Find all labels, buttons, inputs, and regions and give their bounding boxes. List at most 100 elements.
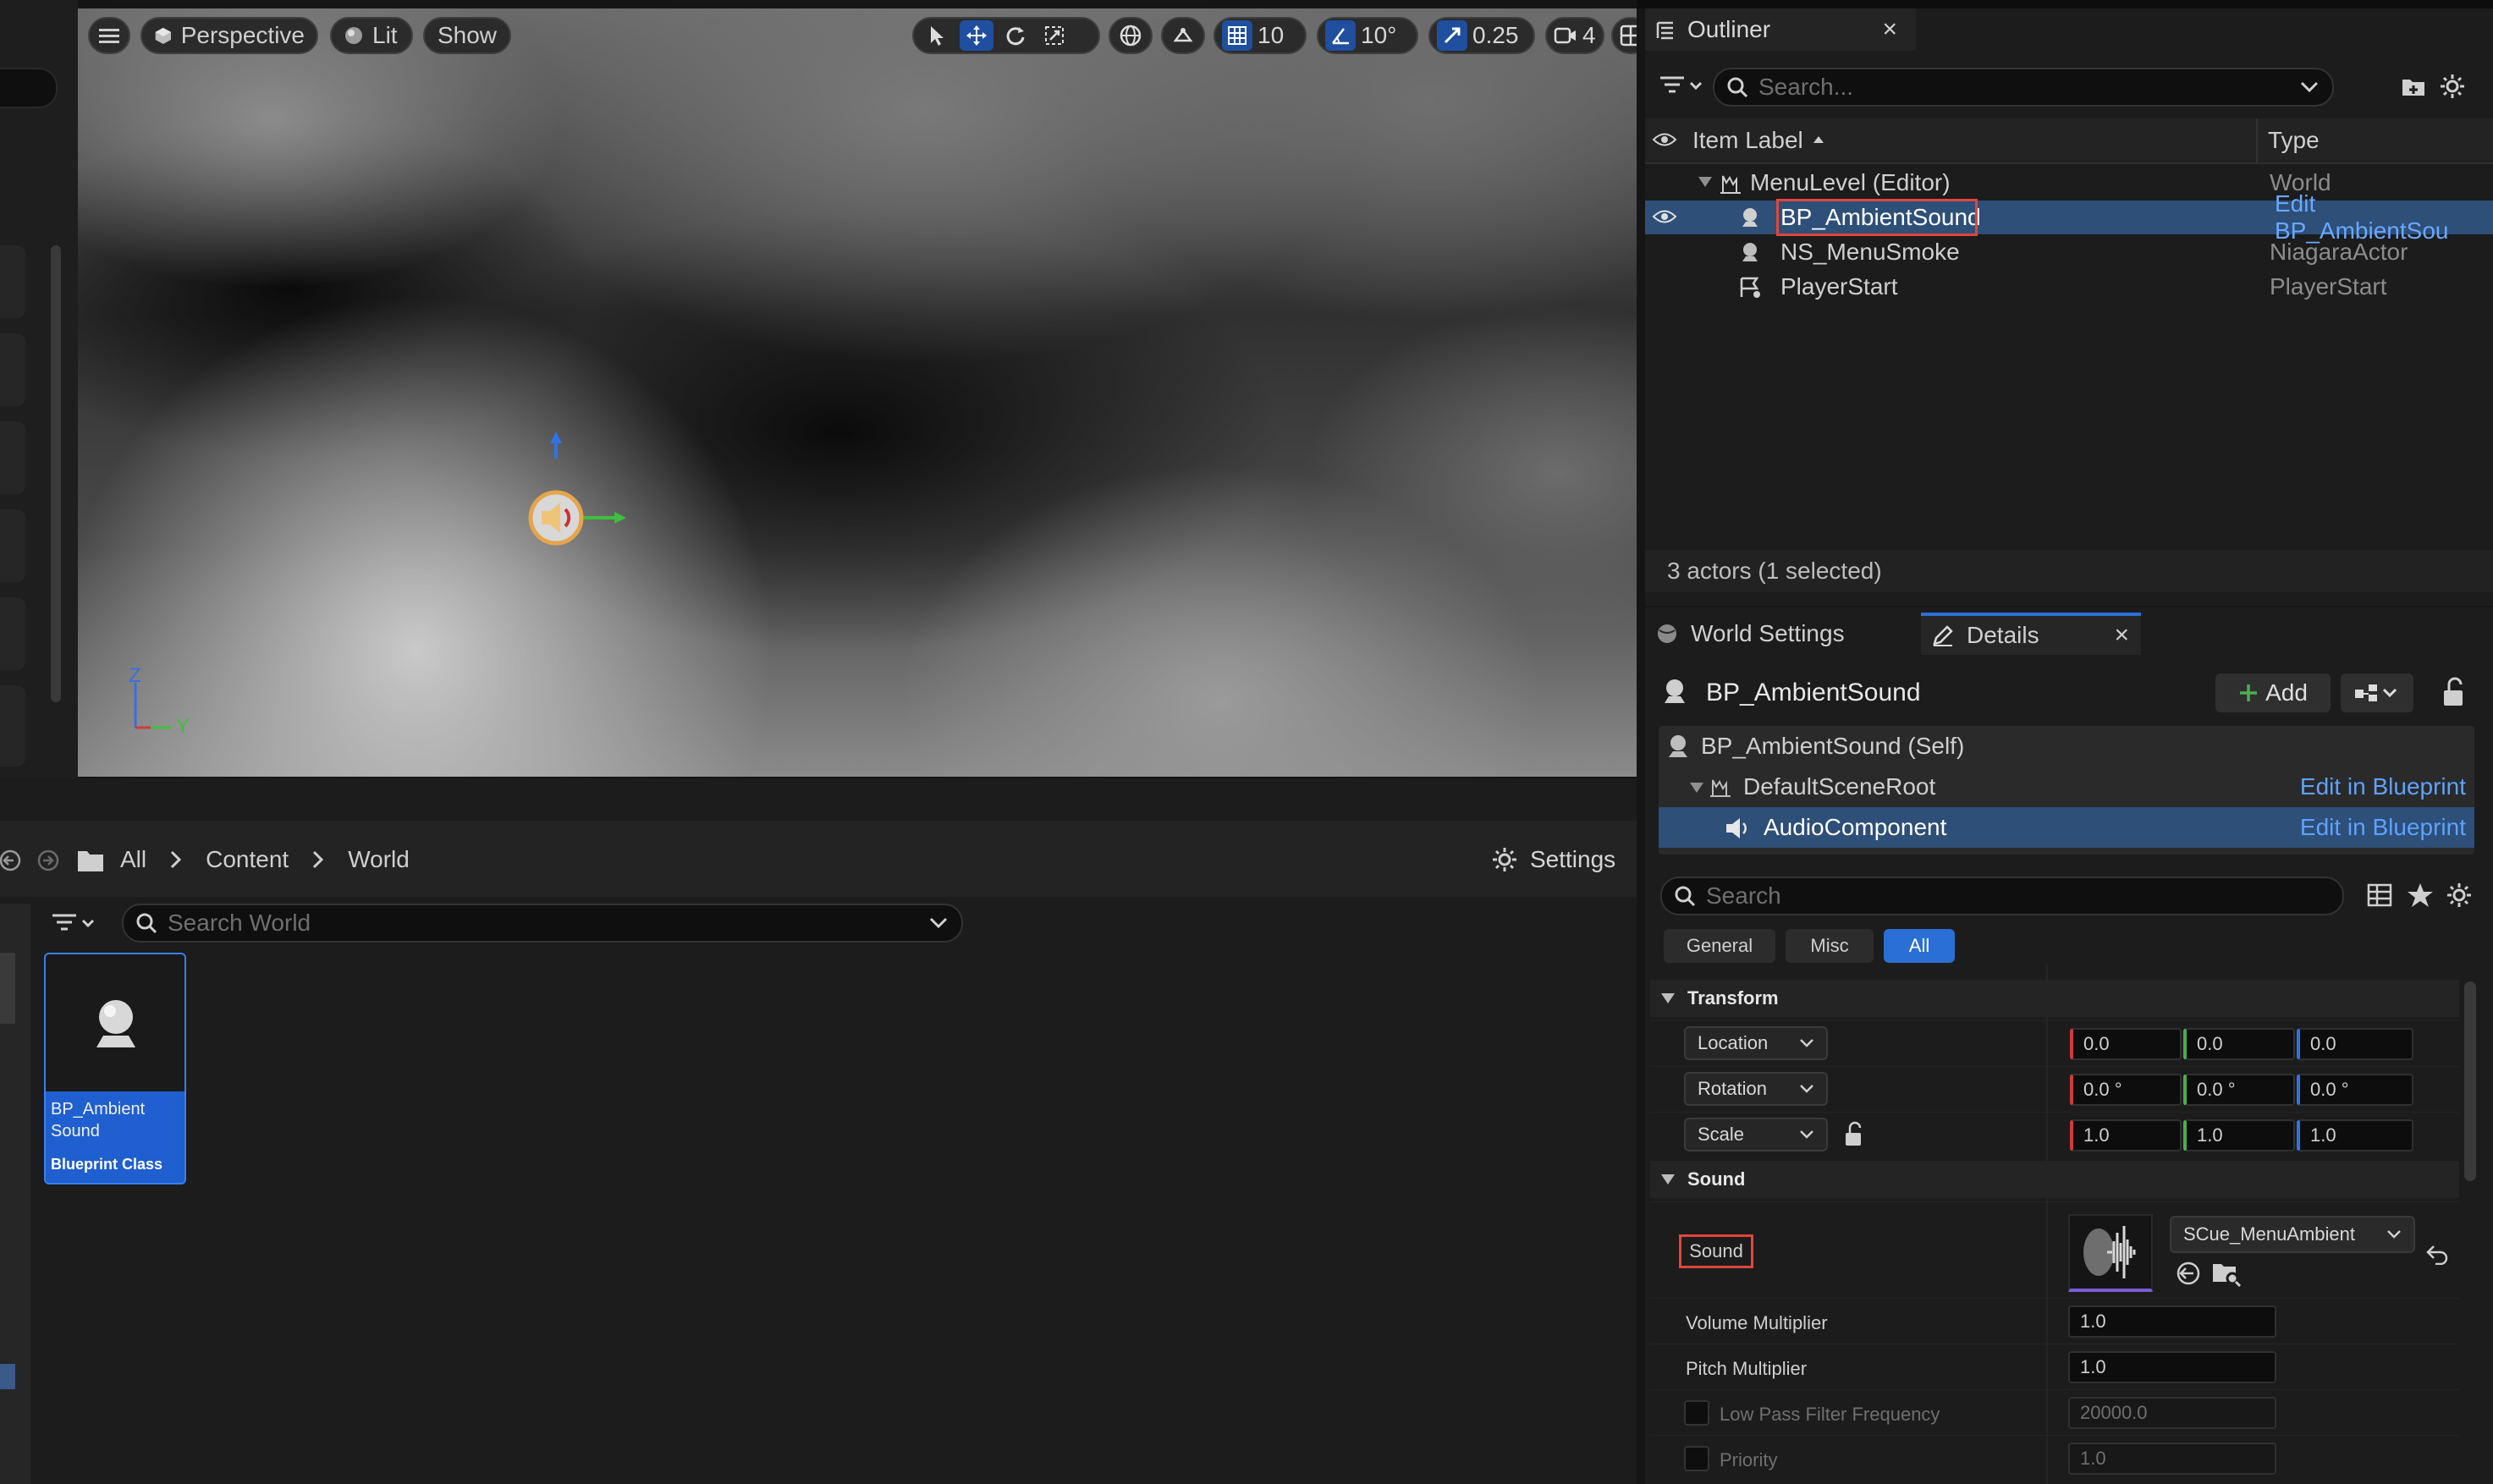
priority-checkbox[interactable] xyxy=(1684,1446,1709,1471)
outliner-close-icon[interactable]: × xyxy=(1882,15,1897,44)
rotation-x-field[interactable]: 0.0 ° xyxy=(2070,1074,2182,1106)
component-audio-component[interactable]: AudioComponent Edit in Blueprint xyxy=(1659,807,2474,848)
forward-arrow-icon[interactable] xyxy=(36,846,61,875)
expand-arrow-icon[interactable] xyxy=(1689,782,1704,794)
rotation-snap-toggle[interactable] xyxy=(1325,20,1356,51)
content-filter-button[interactable] xyxy=(49,905,103,943)
left-strip-pill[interactable] xyxy=(0,68,58,108)
rotation-y-field[interactable]: 0.0 ° xyxy=(2183,1074,2295,1106)
sources-strip-item[interactable] xyxy=(0,953,15,1024)
grid-snap-toggle[interactable] xyxy=(1222,20,1252,51)
lit-button[interactable]: Lit xyxy=(330,17,413,54)
column-item-label[interactable]: Item Label xyxy=(1692,127,1803,154)
asset-tile-bp-ambientsound[interactable]: BP_Ambient Sound Blueprint Class xyxy=(44,953,186,1184)
left-strip-button-2[interactable] xyxy=(0,333,25,406)
back-arrow-icon[interactable] xyxy=(0,846,24,875)
left-strip-button-6[interactable] xyxy=(0,685,25,767)
viewport-menu-button[interactable] xyxy=(88,17,130,54)
scale-mode-dropdown[interactable]: Scale xyxy=(1684,1118,1828,1151)
location-y-field[interactable]: 0.0 xyxy=(2183,1028,2295,1060)
visibility-eye-icon[interactable] xyxy=(1652,130,1677,149)
outliner-settings-gear-icon[interactable] xyxy=(2439,73,2466,100)
pitch-multiplier-field[interactable]: 1.0 xyxy=(2068,1351,2276,1383)
scale-x-field[interactable]: 1.0 xyxy=(2070,1119,2182,1151)
sound-asset-dropdown[interactable]: SCue_MenuAmbient xyxy=(2170,1216,2415,1253)
details-scrollbar[interactable] xyxy=(2464,981,2476,1181)
outliner-row-playerstart[interactable]: PlayerStart PlayerStart xyxy=(1645,270,2493,304)
scale-z-field[interactable]: 1.0 xyxy=(2297,1119,2413,1151)
location-mode-dropdown[interactable]: Location xyxy=(1684,1026,1828,1060)
scale-snap-group[interactable]: 0.25 xyxy=(1428,17,1535,54)
table-view-icon[interactable] xyxy=(2366,882,2393,909)
component-default-scene-root[interactable]: DefaultSceneRoot Edit in Blueprint xyxy=(1659,767,2474,807)
translate-tool[interactable] xyxy=(960,20,993,51)
section-sound[interactable]: Sound xyxy=(1650,1161,2459,1198)
sources-strip-marker xyxy=(0,1364,15,1389)
section-transform[interactable]: Transform xyxy=(1650,980,2459,1017)
content-settings-button[interactable]: Settings xyxy=(1491,843,1615,877)
content-sources-collapsed[interactable] xyxy=(0,904,30,1484)
use-selected-asset-icon[interactable] xyxy=(2173,1258,2204,1289)
level-viewport[interactable]: Perspective Lit Show 10 10° 0.25 4 Z Y xyxy=(78,8,1637,777)
location-x-field[interactable]: 0.0 xyxy=(2070,1028,2182,1060)
reset-to-default-icon[interactable] xyxy=(2425,1243,2451,1265)
show-button[interactable]: Show xyxy=(423,17,511,54)
viewport-layout-button[interactable] xyxy=(1611,17,1637,54)
edit-in-blueprint-link[interactable]: Edit in Blueprint xyxy=(2300,814,2466,841)
left-strip-button-5[interactable] xyxy=(0,597,25,670)
star-icon[interactable] xyxy=(2407,882,2434,909)
tab-details[interactable]: Details × xyxy=(1921,613,2141,655)
left-strip-button-3[interactable] xyxy=(0,421,25,494)
breadcrumb-all[interactable]: All xyxy=(120,846,146,873)
grid-snap-group[interactable]: 10 xyxy=(1213,17,1307,54)
visibility-eye-icon[interactable] xyxy=(1652,207,1677,226)
outliner-row-bp-ambientsound[interactable]: BP_AmbientSound Edit BP_AmbientSou xyxy=(1645,190,2493,244)
breadcrumb-content[interactable]: Content xyxy=(206,846,289,873)
left-strip-button-1[interactable] xyxy=(0,245,25,318)
left-strip-button-4[interactable] xyxy=(0,509,25,582)
location-z-field[interactable]: 0.0 xyxy=(2297,1028,2413,1060)
browse-asset-icon[interactable] xyxy=(2210,1258,2243,1289)
scale-tool[interactable] xyxy=(1037,20,1071,51)
scale-y-field[interactable]: 1.0 xyxy=(2183,1119,2295,1151)
content-search-input[interactable]: Search World xyxy=(122,904,963,943)
actor-name[interactable]: BP_AmbientSound xyxy=(1706,679,1921,707)
volume-multiplier-field[interactable]: 1.0 xyxy=(2068,1305,2276,1338)
rotation-mode-dropdown[interactable]: Rotation xyxy=(1684,1072,1828,1106)
rotate-tool[interactable] xyxy=(999,20,1032,51)
column-type[interactable]: Type xyxy=(2268,127,2320,154)
new-folder-icon[interactable] xyxy=(2400,73,2427,100)
filter-general-button[interactable]: General xyxy=(1664,929,1775,963)
details-settings-gear-icon[interactable] xyxy=(2446,882,2473,909)
tab-world-settings[interactable]: World Settings xyxy=(1654,613,1943,655)
blueprint-options-button[interactable] xyxy=(2341,673,2413,712)
filter-misc-button[interactable]: Misc xyxy=(1786,929,1874,963)
lock-icon[interactable] xyxy=(2441,677,2469,707)
outliner-filter-button[interactable] xyxy=(1655,68,1706,105)
left-strip-scrollbar[interactable] xyxy=(51,245,61,702)
scale-lock-icon[interactable] xyxy=(1843,1121,1868,1148)
component-self[interactable]: BP_AmbientSound (Self) xyxy=(1659,726,2474,767)
ambient-sound-actor-gizmo[interactable] xyxy=(518,431,645,550)
outliner-row-ns-menusmoke[interactable]: NS_MenuSmoke NiagaraActor xyxy=(1645,235,2493,269)
filter-all-button[interactable]: All xyxy=(1884,929,1955,963)
outliner-tab[interactable]: Outliner × xyxy=(1645,8,1916,51)
add-component-button[interactable]: Add xyxy=(2215,673,2331,712)
surface-snap-toggle[interactable] xyxy=(1161,17,1205,54)
select-tool[interactable] xyxy=(921,20,955,51)
rotation-z-field[interactable]: 0.0 ° xyxy=(2297,1074,2413,1106)
rotation-snap-group[interactable]: 10° xyxy=(1317,17,1418,54)
expand-arrow-icon[interactable] xyxy=(1698,176,1713,188)
camera-speed-button[interactable]: 4 xyxy=(1545,17,1604,54)
perspective-button[interactable]: Perspective xyxy=(140,17,318,54)
details-search-input[interactable]: Search xyxy=(1660,877,2344,915)
details-close-icon[interactable]: × xyxy=(2114,621,2129,650)
sound-asset-thumbnail[interactable] xyxy=(2068,1214,2153,1292)
scale-snap-toggle[interactable] xyxy=(1437,20,1467,51)
breadcrumb-world[interactable]: World xyxy=(348,846,410,873)
low-pass-filter-checkbox[interactable] xyxy=(1684,1400,1709,1426)
column-divider[interactable] xyxy=(2256,118,2258,162)
outliner-search-input[interactable]: Search... xyxy=(1713,68,2334,107)
world-space-toggle[interactable] xyxy=(1109,17,1153,54)
edit-in-blueprint-link[interactable]: Edit in Blueprint xyxy=(2300,773,2466,800)
